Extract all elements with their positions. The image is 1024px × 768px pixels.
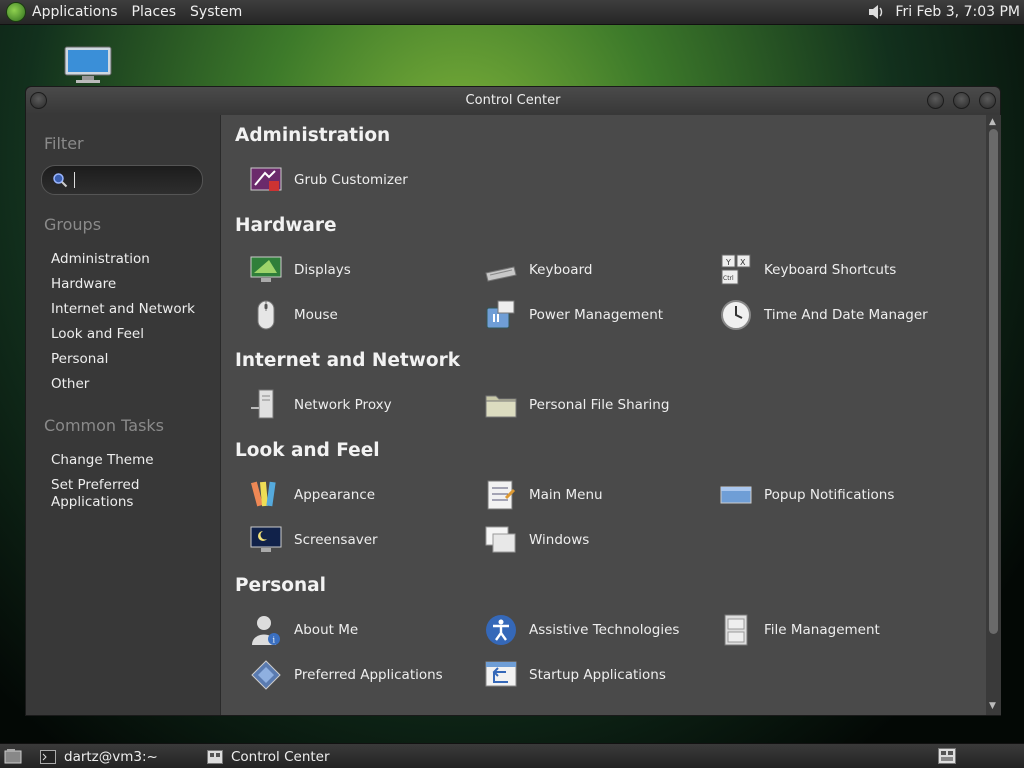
- group-look-and-feel[interactable]: Look and Feel: [51, 326, 144, 343]
- item-network-proxy[interactable]: Network Proxy: [249, 388, 474, 422]
- item-keyboard-shortcuts[interactable]: Y X Ctrl Keyboard Shortcuts: [719, 253, 944, 287]
- svg-text:Y: Y: [725, 258, 731, 267]
- menu-places[interactable]: Places: [132, 4, 177, 20]
- window-title: Control Center: [465, 93, 561, 108]
- search-icon: [53, 173, 68, 188]
- svg-text:Ctrl: Ctrl: [723, 275, 734, 282]
- displays-icon: [250, 256, 282, 282]
- item-displays[interactable]: Displays: [249, 253, 474, 287]
- scroll-down-icon[interactable]: ▼: [989, 701, 996, 711]
- search-input[interactable]: [41, 165, 203, 195]
- screensaver-icon: [250, 526, 282, 552]
- clock[interactable]: Fri Feb 3, 7:03 PM: [895, 4, 1020, 20]
- windows-icon: [485, 526, 516, 553]
- sidebar: Filter Groups Administration Hardware In…: [26, 114, 219, 716]
- minimize-button[interactable]: [927, 92, 944, 109]
- file-cabinet-icon: [724, 614, 748, 646]
- close-button[interactable]: [979, 92, 996, 109]
- about-me-icon: i: [252, 616, 280, 645]
- preferred-apps-icon: [251, 660, 281, 690]
- keyboard-icon: [485, 266, 517, 282]
- startup-apps-icon: [485, 661, 517, 687]
- folder-share-icon: [485, 395, 517, 418]
- text-caret: [74, 172, 75, 188]
- item-keyboard[interactable]: Keyboard: [484, 253, 709, 287]
- volume-icon[interactable]: [867, 3, 885, 21]
- section-look-and-feel: Look and Feel: [235, 440, 380, 461]
- item-time-date-manager[interactable]: Time And Date Manager: [719, 298, 944, 332]
- item-power-management[interactable]: Power Management: [484, 298, 709, 332]
- item-mouse[interactable]: Mouse: [249, 298, 474, 332]
- computer-icon[interactable]: [64, 46, 112, 84]
- groups-heading: Groups: [44, 215, 102, 234]
- task-change-theme[interactable]: Change Theme: [51, 452, 154, 469]
- control-center-window: Control Center Filter Groups Administrat…: [25, 86, 1001, 716]
- menu-system[interactable]: System: [190, 4, 242, 20]
- terminal-icon: [40, 750, 56, 764]
- accessibility-icon: [486, 615, 516, 645]
- menu-applications[interactable]: Applications: [32, 4, 118, 20]
- section-internet-network: Internet and Network: [235, 350, 461, 371]
- popup-notifications-icon: [720, 486, 752, 504]
- clock-icon: [721, 300, 751, 330]
- content-area: Administration Grub Customizer Hardware …: [220, 115, 1001, 715]
- item-assistive-technologies[interactable]: Assistive Technologies: [484, 613, 709, 647]
- vertical-scrollbar[interactable]: ▲ ▼: [986, 115, 1001, 715]
- common-tasks-heading: Common Tasks: [44, 416, 165, 435]
- item-preferred-applications[interactable]: Preferred Applications: [249, 658, 474, 692]
- group-administration[interactable]: Administration: [51, 251, 150, 268]
- section-administration: Administration: [235, 125, 391, 146]
- scrollbar-thumb[interactable]: [989, 129, 998, 634]
- maximize-button[interactable]: [953, 92, 970, 109]
- task-set-preferred-applications[interactable]: Set Preferred Applications: [51, 477, 161, 511]
- show-desktop-icon[interactable]: [4, 748, 22, 764]
- top-panel: Applications Places System Fri Feb 3, 7:…: [0, 0, 1024, 25]
- mouse-icon: [257, 300, 275, 330]
- item-popup-notifications[interactable]: Popup Notifications: [719, 478, 944, 512]
- filter-heading: Filter: [44, 134, 84, 153]
- scroll-up-icon[interactable]: ▲: [989, 117, 996, 127]
- keyboard-shortcuts-icon: Y X Ctrl: [721, 254, 751, 285]
- svg-text:i: i: [273, 636, 276, 645]
- group-other[interactable]: Other: [51, 376, 89, 393]
- item-startup-applications[interactable]: Startup Applications: [484, 658, 709, 692]
- control-center-icon: [207, 750, 223, 764]
- item-file-management[interactable]: File Management: [719, 613, 944, 647]
- group-personal[interactable]: Personal: [51, 351, 108, 368]
- gnome-foot-icon[interactable]: [6, 2, 26, 22]
- item-main-menu[interactable]: Main Menu: [484, 478, 709, 512]
- grub-customizer-icon: [250, 167, 282, 191]
- item-personal-file-sharing[interactable]: Personal File Sharing: [484, 388, 709, 422]
- section-hardware: Hardware: [235, 215, 337, 236]
- item-about-me[interactable]: i About Me: [249, 613, 474, 647]
- appearance-icon: [250, 481, 276, 507]
- network-proxy-icon: [251, 389, 274, 419]
- item-grub-customizer[interactable]: Grub Customizer: [249, 163, 474, 197]
- main-menu-icon: [487, 480, 516, 510]
- workspace-switcher-icon[interactable]: [938, 748, 956, 764]
- group-hardware[interactable]: Hardware: [51, 276, 116, 293]
- item-appearance[interactable]: Appearance: [249, 478, 474, 512]
- group-internet-network[interactable]: Internet and Network: [51, 301, 195, 318]
- titlebar[interactable]: Control Center: [26, 87, 1000, 114]
- svg-text:X: X: [740, 258, 746, 267]
- window-menu-button[interactable]: [30, 92, 47, 109]
- item-screensaver[interactable]: Screensaver: [249, 523, 474, 557]
- power-management-icon: [486, 300, 515, 329]
- section-personal: Personal: [235, 575, 326, 596]
- task-control-center[interactable]: Control Center: [207, 748, 330, 766]
- bottom-panel: dartz@vm3:~ Control Center: [0, 743, 1024, 768]
- task-terminal[interactable]: dartz@vm3:~: [40, 748, 158, 766]
- item-windows[interactable]: Windows: [484, 523, 709, 557]
